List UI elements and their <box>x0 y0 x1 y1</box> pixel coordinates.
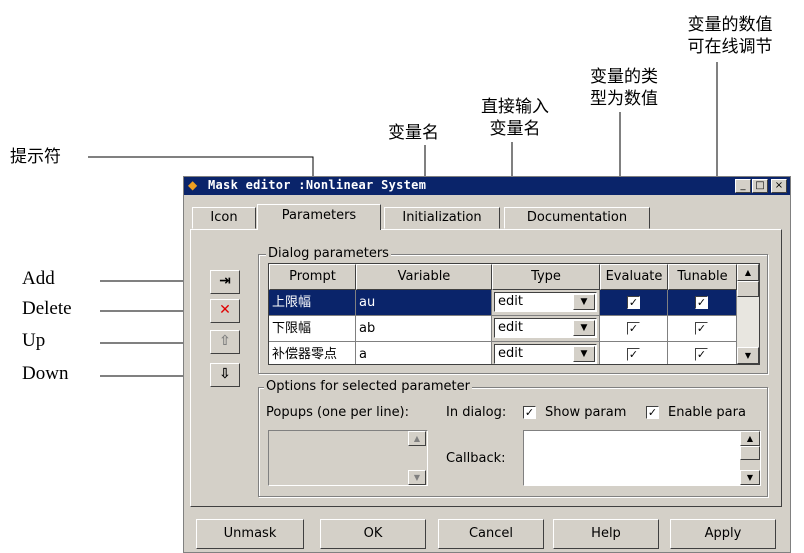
ok-button[interactable]: OK <box>320 519 426 549</box>
title-bar[interactable]: ◆ Mask editor :Nonlinear System _ □ × <box>184 177 790 195</box>
header-evaluate[interactable]: Evaluate <box>600 264 668 290</box>
popups-textarea[interactable]: ▲ ▼ <box>268 430 428 486</box>
up-button[interactable]: ⇧ <box>210 330 240 354</box>
cell-variable[interactable]: au <box>356 290 492 316</box>
scroll-up-icon[interactable]: ▲ <box>408 431 426 446</box>
annotation-up: Up <box>22 330 46 351</box>
evaluate-checkbox[interactable]: ✓ <box>627 348 640 361</box>
dialog-parameters-legend: Dialog parameters <box>266 246 391 261</box>
tab-icon[interactable]: Icon <box>192 207 256 229</box>
tab-parameters[interactable]: Parameters <box>257 204 381 230</box>
apply-button[interactable]: Apply <box>670 519 776 549</box>
cell-variable[interactable]: a <box>356 342 492 364</box>
callback-scrollbar[interactable]: ▲ ▼ <box>740 431 760 485</box>
scroll-thumb[interactable] <box>737 281 759 297</box>
scroll-down-icon[interactable]: ▼ <box>737 347 759 364</box>
table-scrollbar[interactable]: ▲ ▼ <box>737 264 759 364</box>
annotation-type-line2: 变量名 <box>489 119 541 139</box>
popups-scrollbar[interactable]: ▲ ▼ <box>408 431 426 485</box>
close-button[interactable]: × <box>771 179 787 193</box>
cell-evaluate: ✓ <box>600 290 668 316</box>
header-variable[interactable]: Variable <box>356 264 492 290</box>
scroll-thumb[interactable] <box>740 446 760 460</box>
tunable-checkbox[interactable]: ✓ <box>695 348 708 361</box>
annotation-delete: Delete <box>22 298 72 319</box>
table-row[interactable]: 上限幅 au edit ▼ ✓ ✓ <box>269 290 737 316</box>
cell-prompt[interactable]: 补偿器零点 <box>269 342 356 364</box>
show-param-label: Show param <box>545 405 627 420</box>
window-title: Mask editor :Nonlinear System <box>208 178 427 192</box>
matlab-logo-icon: ◆ <box>188 178 198 192</box>
annotation-evaluate-line2: 型为数值 <box>590 89 658 109</box>
annotation-prompt: 提示符 <box>10 147 61 167</box>
annotation-add: Add <box>22 268 55 289</box>
cell-prompt[interactable]: 上限幅 <box>269 290 356 316</box>
type-select[interactable]: edit ▼ <box>494 318 597 338</box>
annotation-tunable-line2: 可在线调节 <box>687 37 773 57</box>
options-legend: Options for selected parameter <box>264 379 472 394</box>
annotation-evaluate-line1: 变量的类 <box>590 67 658 87</box>
chevron-down-icon[interactable]: ▼ <box>573 294 595 310</box>
annotation-type-line1: 直接输入 <box>481 97 549 117</box>
parameters-table: Prompt Variable Type Evaluate Tunable 上限… <box>268 263 760 365</box>
annotation-down: Down <box>22 363 69 384</box>
in-dialog-label: In dialog: <box>446 405 507 420</box>
down-icon: ⇩ <box>219 366 231 382</box>
type-select[interactable]: edit ▼ <box>494 344 597 364</box>
scroll-down-icon[interactable]: ▼ <box>408 470 426 485</box>
scroll-up-icon[interactable]: ▲ <box>737 264 759 281</box>
callback-textarea[interactable]: ▲ ▼ <box>523 430 761 486</box>
cell-evaluate: ✓ <box>600 342 668 364</box>
evaluate-checkbox[interactable]: ✓ <box>627 296 640 309</box>
cell-variable[interactable]: ab <box>356 316 492 342</box>
tab-documentation[interactable]: Documentation <box>504 207 650 229</box>
cell-type: edit ▼ <box>492 316 600 342</box>
minimize-button[interactable]: _ <box>735 179 751 193</box>
evaluate-checkbox[interactable]: ✓ <box>627 322 640 335</box>
cell-prompt[interactable]: 下限幅 <box>269 316 356 342</box>
annotation-variable: 变量名 <box>388 123 439 143</box>
annotation-tunable-line1: 变量的数值 <box>687 15 773 35</box>
chevron-down-icon[interactable]: ▼ <box>573 320 595 336</box>
delete-button[interactable]: ✕ <box>210 299 240 323</box>
type-select[interactable]: edit ▼ <box>494 292 597 312</box>
header-type[interactable]: Type <box>492 264 600 290</box>
down-button[interactable]: ⇩ <box>210 363 240 387</box>
cell-tunable: ✓ <box>668 316 737 342</box>
header-tunable[interactable]: Tunable <box>668 264 737 290</box>
table-row[interactable]: 下限幅 ab edit ▼ ✓ ✓ <box>269 316 737 342</box>
tunable-checkbox[interactable]: ✓ <box>695 322 708 335</box>
type-select-value: edit <box>498 346 523 361</box>
tab-initialization[interactable]: Initialization <box>384 207 500 229</box>
cell-evaluate: ✓ <box>600 316 668 342</box>
unmask-button[interactable]: Unmask <box>196 519 304 549</box>
tunable-checkbox[interactable]: ✓ <box>695 296 708 309</box>
add-icon: ⇥ <box>219 273 231 289</box>
cell-tunable: ✓ <box>668 342 737 364</box>
mask-editor-window: ◆ Mask editor :Nonlinear System _ □ × Ic… <box>183 176 791 553</box>
show-param-checkbox[interactable]: ✓ <box>523 406 536 419</box>
enable-param-label: Enable para <box>668 405 746 420</box>
cell-type: edit ▼ <box>492 290 600 316</box>
popups-label: Popups (one per line): <box>266 405 410 420</box>
table-row[interactable]: 补偿器零点 a edit ▼ ✓ ✓ <box>269 342 737 364</box>
enable-param-checkbox[interactable]: ✓ <box>646 406 659 419</box>
cell-tunable: ✓ <box>668 290 737 316</box>
delete-icon: ✕ <box>219 302 231 318</box>
maximize-button[interactable]: □ <box>752 179 768 193</box>
type-select-value: edit <box>498 320 523 335</box>
chevron-down-icon[interactable]: ▼ <box>573 346 595 362</box>
type-select-value: edit <box>498 294 523 309</box>
header-prompt[interactable]: Prompt <box>269 264 356 290</box>
scroll-down-icon[interactable]: ▼ <box>740 470 760 485</box>
up-icon: ⇧ <box>219 333 231 349</box>
cell-type: edit ▼ <box>492 342 600 364</box>
add-button[interactable]: ⇥ <box>210 270 240 294</box>
cancel-button[interactable]: Cancel <box>438 519 544 549</box>
scroll-up-icon[interactable]: ▲ <box>740 431 760 446</box>
help-button[interactable]: Help <box>553 519 659 549</box>
callback-label: Callback: <box>446 451 506 466</box>
